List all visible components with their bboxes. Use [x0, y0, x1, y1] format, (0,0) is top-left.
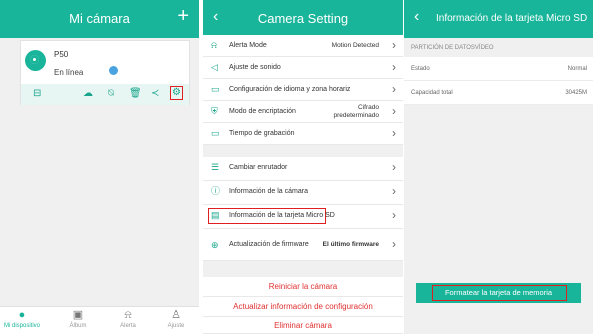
plus-icon[interactable]: +	[177, 6, 189, 26]
shield-icon: ⛨	[211, 106, 218, 116]
setting-change-router[interactable]: ☰ Cambiar enrutador ›	[203, 157, 403, 181]
alarm-off-icon[interactable]: ⍉	[108, 88, 114, 100]
gear-icon[interactable]: ⚙	[170, 86, 183, 100]
video-icon: ▭	[211, 128, 220, 138]
location-pin-icon: ●	[18, 309, 26, 321]
setting-language-timezone[interactable]: ▭ Configuración de idioma y zona horariz…	[203, 79, 403, 101]
setting-sd-card-info[interactable]: ▤ Información de la tarjeta Micro SD ›	[203, 205, 403, 229]
speaker-icon: ◁	[211, 62, 218, 72]
upload-icon: ⊕	[211, 240, 219, 250]
cloud-icon[interactable]: ☁	[83, 88, 93, 100]
setting-recording-time[interactable]: ▭ Tiempo de grabación ›	[203, 123, 403, 145]
chevron-right-icon: ›	[392, 82, 396, 96]
setting-encryption[interactable]: ⛨ Modo de encriptación Cifrado predetermi…	[203, 101, 403, 123]
image-icon: ▣	[72, 309, 84, 321]
sd-card-icon[interactable]: ⊟	[33, 88, 41, 100]
page-title: Camera Setting	[257, 11, 349, 26]
section-label: PARTICIÓN DE DATOSVÍDEO	[411, 45, 494, 51]
status-row: Estado Normal	[404, 57, 593, 81]
sd-card-icon: ▤	[211, 210, 220, 220]
chevron-right-icon: ›	[392, 60, 396, 74]
camera-status: En línea	[54, 68, 84, 77]
chevron-right-icon: ›	[392, 208, 396, 222]
header: ‹ Información de la tarjeta Micro SD	[404, 0, 593, 38]
header: Mi cámara +	[0, 0, 199, 38]
camera-toolbar: ⊟ ☁ ⍉ 🗑 ≺ ⚙	[21, 84, 189, 105]
highlight-box	[432, 285, 567, 301]
capacity-row: Capacidad total 30425M	[404, 81, 593, 105]
tab-album[interactable]: ▣ Álbum	[56, 309, 100, 329]
chevron-right-icon: ›	[392, 104, 396, 118]
chevron-right-icon: ›	[392, 126, 396, 140]
setting-camera-info[interactable]: ⓘ Información de la cámara ›	[203, 181, 403, 205]
share-icon[interactable]: ≺	[151, 88, 159, 100]
restart-camera-button[interactable]: Reiniciar la cámara	[203, 277, 403, 297]
trash-icon[interactable]: 🗑	[129, 88, 142, 100]
page-title: Mi cámara	[69, 11, 130, 26]
bottom-tab-bar: ● Mi dispositivo ▣ Álbum ⍾ Alerta ♙ Ajus…	[0, 306, 199, 334]
chevron-right-icon: ›	[392, 237, 396, 251]
setting-firmware-update[interactable]: ⊕ Actualización de firmware El último fi…	[203, 229, 403, 261]
bell-icon: ⍾	[211, 40, 217, 50]
bell-icon: ⍾	[124, 309, 132, 321]
update-config-button[interactable]: Actualizar información de configuración	[203, 297, 403, 317]
delete-camera-button[interactable]: Eliminar cámara	[203, 317, 403, 334]
tab-alert[interactable]: ⍾ Alerta	[106, 309, 150, 329]
header: ‹ Camera Setting	[203, 0, 403, 38]
person-icon: ♙	[171, 309, 181, 321]
chevron-right-icon: ›	[392, 160, 396, 174]
setting-sound[interactable]: ◁ Ajuste de sonido ›	[203, 57, 403, 79]
camera-setting-panel: ‹ Camera Setting ⍾ Alerta Mode Motion De…	[203, 0, 403, 334]
online-status-icon	[109, 66, 118, 75]
setting-alert-mode[interactable]: ⍾ Alerta Mode Motion Detected ›	[203, 35, 403, 57]
back-icon[interactable]: ‹	[414, 8, 419, 26]
language-icon: ▭	[211, 84, 220, 94]
tab-my-device[interactable]: ● Mi dispositivo	[0, 309, 44, 329]
info-icon: ⓘ	[211, 186, 221, 196]
chevron-right-icon: ›	[392, 184, 396, 198]
camera-card[interactable]: P50 En línea ⊟ ☁ ⍉ 🗑 ≺ ⚙	[20, 40, 190, 105]
camera-icon	[25, 50, 46, 71]
tab-settings[interactable]: ♙ Ajuste	[154, 309, 198, 329]
my-camera-panel: Mi cámara + P50 En línea ⊟ ☁ ⍉ 🗑 ≺ ⚙ ● M…	[0, 0, 199, 334]
page-title: Información de la tarjeta Micro SD	[436, 13, 588, 24]
camera-name: P50	[54, 50, 69, 59]
router-icon: ☰	[211, 162, 220, 172]
chevron-right-icon: ›	[392, 38, 396, 52]
sd-card-info-panel: ‹ Información de la tarjeta Micro SD PAR…	[404, 0, 593, 334]
